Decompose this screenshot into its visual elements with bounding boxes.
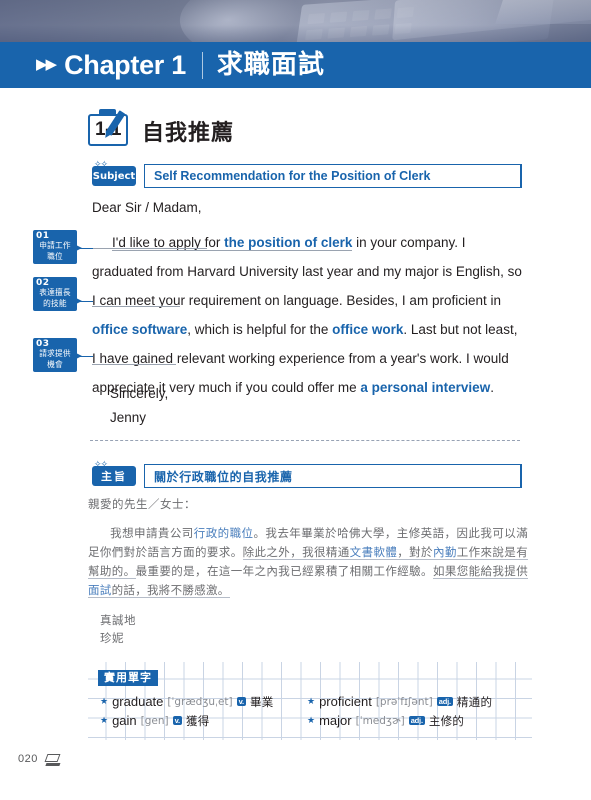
zh-link-office-software: 文書軟體 bbox=[349, 545, 398, 560]
vocab-word: graduate bbox=[112, 694, 164, 709]
zh-text-1d: ，對於 bbox=[397, 545, 433, 560]
vocab-pos-badge: adj. bbox=[408, 715, 425, 726]
english-closing: Sincerely, bbox=[110, 386, 169, 401]
chinese-subject-tag-label: ✧✧ 主旨 bbox=[92, 461, 136, 486]
letter-text-5: . bbox=[490, 380, 494, 395]
page-number: 020 bbox=[18, 752, 38, 765]
vocabulary-item: ★ graduate [ˈgrædʒuˌet] v. 畢業 bbox=[100, 692, 307, 711]
vocabulary-item: ★ gain [gen] v. 獲得 bbox=[100, 711, 307, 730]
zh-link-interview: 面試 bbox=[88, 583, 112, 598]
sparkle-icon: ✧✧ bbox=[94, 160, 108, 170]
vocabulary-box: 實用單字 ★ graduate [ˈgrædʒuˌet] v. 畢業 ★ pro… bbox=[88, 662, 532, 740]
chinese-signature: 珍妮 bbox=[100, 631, 124, 645]
callout-leader-1 bbox=[92, 248, 207, 249]
callout-01-line2: 職位 bbox=[47, 251, 63, 261]
subject-tag-label: ✧✧ Subject bbox=[92, 161, 136, 186]
chapter-title-zh: 求職面試 bbox=[216, 50, 325, 80]
vocab-definition: 精通的 bbox=[456, 694, 493, 709]
subject-tag-text: Subject bbox=[92, 170, 136, 182]
english-letter-body: I'd like to apply for the position of cl… bbox=[92, 228, 522, 402]
vocab-ipa: [ˈgrædʒuˌet] bbox=[167, 695, 233, 708]
callout-03-arrow-icon bbox=[76, 352, 93, 360]
callout-tag-02: 02 表達擅長 的技能 bbox=[33, 277, 93, 311]
vocab-ipa: [prəˈfɪʃənt] bbox=[375, 695, 433, 708]
keyword-position-of-clerk: the position of clerk bbox=[224, 235, 353, 251]
callout-02-line1: 表達擅長 bbox=[39, 288, 71, 297]
star-icon: ★ bbox=[307, 715, 316, 725]
chapter-title-divider bbox=[201, 51, 203, 79]
star-icon: ★ bbox=[307, 696, 316, 706]
star-icon: ★ bbox=[100, 696, 109, 706]
chapter-title-en: Chapter 1 bbox=[64, 49, 186, 80]
chinese-salutation: 親愛的先生／女士： bbox=[88, 497, 196, 511]
english-subject-value: Self Recommendation for the Position of … bbox=[144, 164, 522, 188]
callout-tag-03: 03 請求提供 機會 bbox=[33, 338, 93, 372]
callout-leader-3 bbox=[92, 364, 176, 365]
section-heading: 1-1 自我推薦 bbox=[88, 108, 234, 148]
vocab-pos-badge: v. bbox=[236, 696, 246, 707]
chinese-closing: 真誠地 bbox=[100, 613, 136, 627]
vocab-ipa: [gen] bbox=[140, 714, 169, 727]
vocab-word: gain bbox=[112, 713, 137, 728]
english-signature: Jenny bbox=[110, 410, 147, 425]
callout-01-arrow-icon bbox=[76, 244, 93, 252]
photo-overlay bbox=[0, 0, 591, 42]
callout-02-arrow-icon bbox=[76, 297, 93, 305]
zh-text-1h: 的話，我將不勝感激。 bbox=[111, 583, 230, 598]
vocabulary-list: ★ graduate [ˈgrædʒuˌet] v. 畢業 ★ proficie… bbox=[100, 692, 524, 730]
keyword-personal-interview: a personal interview bbox=[360, 380, 491, 395]
zh-link-office-work: 內勤 bbox=[432, 545, 457, 560]
double-chevron-right-icon: ▶▶ bbox=[36, 55, 57, 73]
book-icon bbox=[44, 752, 61, 765]
star-icon: ★ bbox=[100, 715, 109, 725]
vocab-pos-badge: adj. bbox=[436, 696, 453, 707]
chinese-subject-row: ✧✧ 主旨 關於行政職位的自我推薦 bbox=[92, 461, 522, 488]
vocab-word: major bbox=[319, 713, 352, 728]
sparkle-icon-zh: ✧✧ bbox=[94, 460, 108, 470]
zh-text-1f: 最重要的是，在這一年之內我已經累積了相關工作經驗。 bbox=[135, 564, 433, 578]
vocab-ipa: [ˈmedʒɚ] bbox=[355, 714, 405, 727]
header-photo-banner bbox=[0, 0, 591, 42]
section-divider bbox=[90, 440, 520, 441]
zh-text-1a: 我想申請貴公司 bbox=[110, 526, 194, 540]
callout-leader-2 bbox=[92, 306, 180, 307]
callout-01-number: 01 bbox=[36, 231, 50, 241]
letter-text-3: , which is helpful for the bbox=[187, 322, 333, 337]
zh-text-1c: 除此之外，我很精通 bbox=[242, 545, 350, 560]
callout-03-line1: 請求提供 bbox=[39, 349, 71, 358]
vocabulary-item: ★ proficient [prəˈfɪʃənt] adj. 精通的 bbox=[307, 692, 524, 711]
chinese-letter-body: 我想申請貴公司行政的職位。我去年畢業於哈佛大學，主修英語，因此我可以滿足你們對於… bbox=[88, 524, 529, 600]
chinese-subject-value: 關於行政職位的自我推薦 bbox=[144, 464, 522, 488]
callout-01-line1: 申請工作 bbox=[39, 241, 71, 250]
clipboard-pencil-icon: 1-1 bbox=[88, 108, 134, 148]
callout-03-line2: 機會 bbox=[47, 359, 63, 369]
callout-02-number: 02 bbox=[36, 278, 50, 288]
vocabulary-item: ★ major [ˈmedʒɚ] adj. 主修的 bbox=[307, 711, 524, 730]
vocab-definition: 畢業 bbox=[249, 694, 274, 709]
callout-tag-01: 01 申請工作 職位 bbox=[33, 230, 93, 264]
vocabulary-title: 實用單字 bbox=[98, 670, 158, 686]
chinese-subject-tag-text: 主旨 bbox=[101, 470, 127, 483]
keyword-office-work: office work bbox=[332, 322, 404, 337]
english-salutation: Dear Sir / Madam, bbox=[92, 200, 202, 215]
callout-02-line2: 的技能 bbox=[43, 298, 67, 308]
section-title: 自我推薦 bbox=[142, 121, 235, 146]
page-footer: 020 bbox=[18, 752, 61, 765]
vocab-word: proficient bbox=[319, 694, 372, 709]
chapter-header-bar: ▶▶ Chapter 1 求職面試 bbox=[0, 42, 591, 88]
zh-text-1g: 如果您能給我提供 bbox=[432, 564, 528, 579]
keyword-office-software: office software bbox=[92, 322, 188, 337]
english-subject-row: ✧✧ Subject Self Recommendation for the P… bbox=[92, 161, 522, 188]
zh-link-admin-position: 行政的職位 bbox=[193, 526, 254, 540]
vocab-definition: 獲得 bbox=[185, 713, 210, 728]
vocab-definition: 主修的 bbox=[428, 713, 465, 728]
callout-03-number: 03 bbox=[36, 339, 50, 349]
vocab-pos-badge: v. bbox=[172, 715, 182, 726]
